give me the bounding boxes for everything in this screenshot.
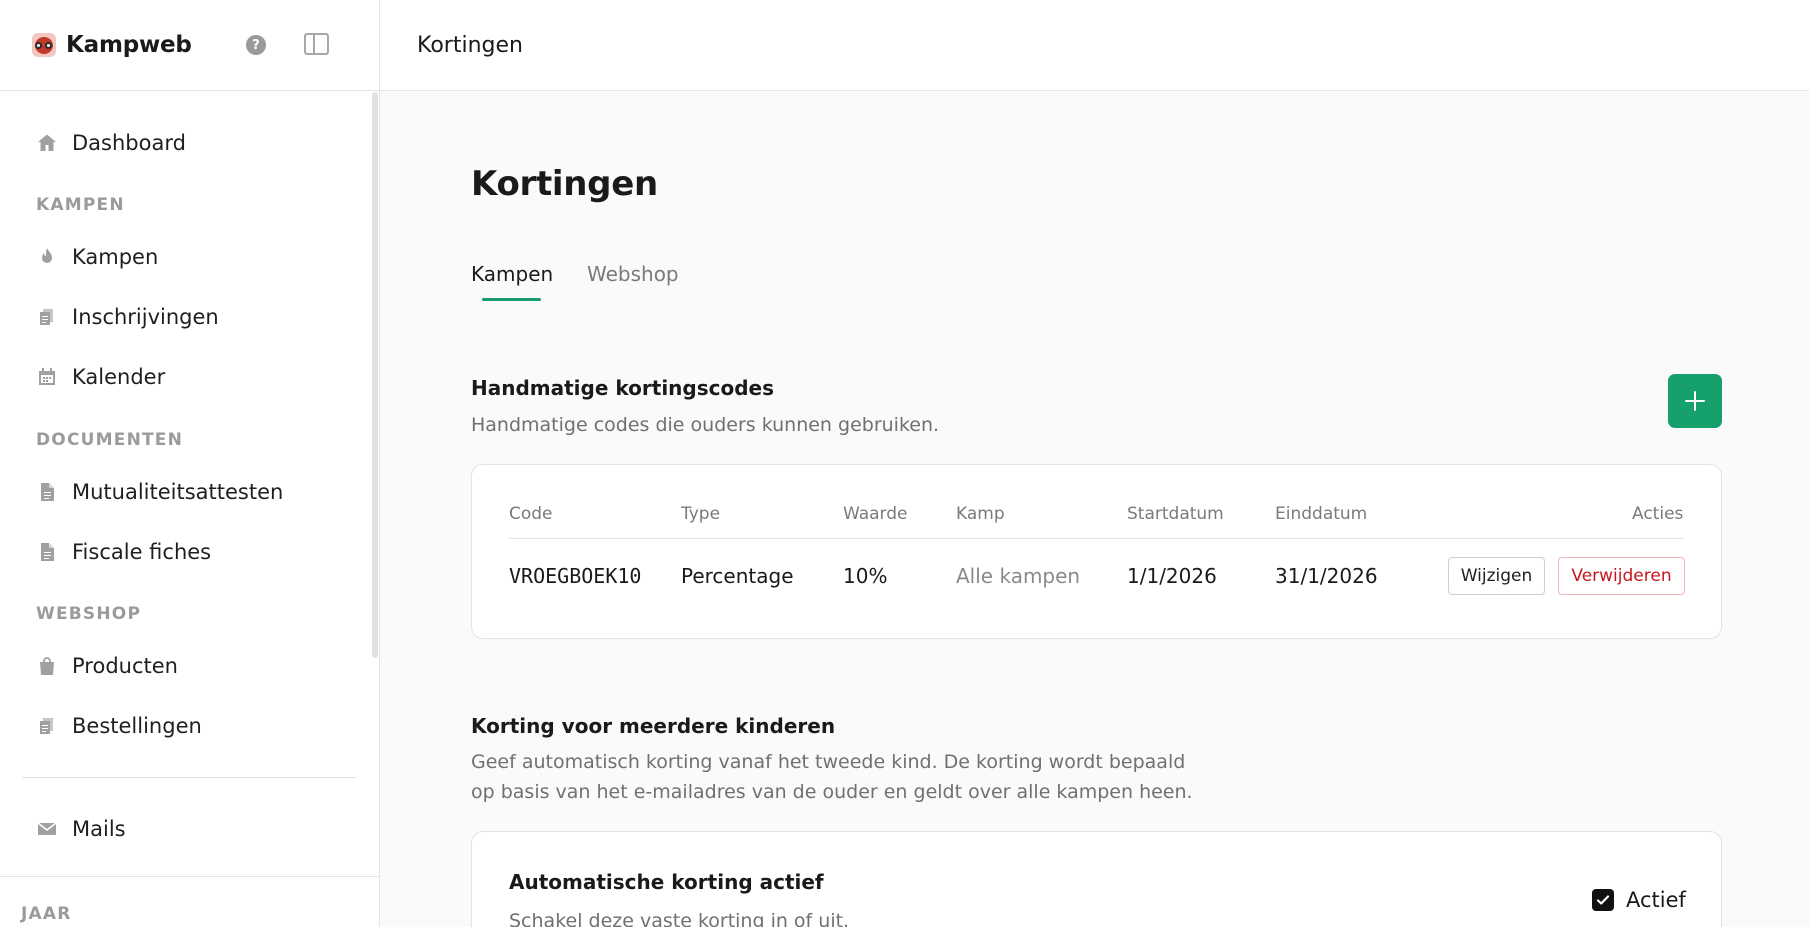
documents-icon <box>36 306 58 328</box>
sidebar-item-label: Mutualiteitsattesten <box>72 480 284 504</box>
section-label-webshop: WEBSHOP <box>36 604 142 624</box>
sidebar-item-label: Inschrijvingen <box>72 305 219 329</box>
help-icon[interactable]: ? <box>246 35 266 55</box>
documents-icon <box>36 715 58 737</box>
active-toggle[interactable]: Actief <box>1592 888 1686 912</box>
manual-codes-description: Handmatige codes die ouders kunnen gebru… <box>471 414 940 436</box>
cell-type: Percentage <box>681 564 794 588</box>
sidebar-scrollbar[interactable] <box>372 92 378 658</box>
brand[interactable]: Kampweb <box>32 32 192 58</box>
cell-value: 10% <box>843 564 888 588</box>
section-label-kampen: KAMPEN <box>36 195 125 215</box>
fire-icon <box>36 246 58 268</box>
multi-child-description-line1: Geef automatisch korting vanaf het tweed… <box>471 751 1186 773</box>
file-icon <box>36 541 58 563</box>
column-header-actions: Acties <box>1632 504 1684 524</box>
multi-child-description-line2: op basis van het e-mailadres van de oude… <box>471 781 1193 803</box>
active-checkbox[interactable] <box>1592 889 1614 911</box>
auto-discount-card: Automatische korting actief Schakel deze… <box>471 831 1722 927</box>
calendar-icon <box>36 366 58 388</box>
sidebar-item-dashboard[interactable]: Dashboard <box>36 123 186 163</box>
home-icon <box>36 132 58 154</box>
sidebar-item-kalender[interactable]: Kalender <box>36 357 165 397</box>
brand-name: Kampweb <box>66 32 192 58</box>
column-header-code: Code <box>509 504 553 524</box>
sidebar-item-bestellingen[interactable]: Bestellingen <box>36 706 202 746</box>
tab-kampen[interactable]: Kampen <box>471 262 553 286</box>
topbar: Kortingen <box>380 0 1809 91</box>
sidebar-item-label: Mails <box>72 817 126 841</box>
column-header-type: Type <box>681 504 721 524</box>
section-label-jaar: JAAR <box>21 904 72 924</box>
cell-camp: Alle kampen <box>956 564 1081 588</box>
sidebar-divider <box>0 876 379 877</box>
sidebar: Kampweb ? Dashboard KAMPEN Kampen Inschr… <box>0 0 380 927</box>
sidebar-item-label: Fiscale fiches <box>72 540 212 564</box>
sidebar-item-fiscale-fiches[interactable]: Fiscale fiches <box>36 532 211 572</box>
tab-webshop[interactable]: Webshop <box>587 262 679 286</box>
sidebar-item-producten[interactable]: Producten <box>36 646 178 686</box>
column-header-value: Waarde <box>843 504 908 524</box>
sidebar-divider <box>22 777 356 778</box>
column-header-start-date: Startdatum <box>1127 504 1224 524</box>
sidebar-item-inschrijvingen[interactable]: Inschrijvingen <box>36 297 219 337</box>
edit-button[interactable]: Wijzigen <box>1448 557 1545 595</box>
discount-codes-table: Code Type Waarde Kamp Startdatum Einddat… <box>471 464 1722 639</box>
sidebar-item-label: Dashboard <box>72 131 186 155</box>
column-header-camp: Kamp <box>956 504 1005 524</box>
checkmark-icon <box>1596 895 1610 905</box>
active-checkbox-label: Actief <box>1626 888 1686 912</box>
multi-child-title: Korting voor meerdere kinderen <box>471 714 836 738</box>
sidebar-header: Kampweb ? <box>0 0 379 91</box>
sidebar-item-label: Bestellingen <box>72 714 202 738</box>
cell-code: VROEGBOEK10 <box>509 564 642 588</box>
sidebar-item-label: Kampen <box>72 245 159 269</box>
page-title: Kortingen <box>471 164 658 204</box>
sidebar-item-label: Kalender <box>72 365 166 389</box>
toggle-sidebar-icon[interactable] <box>304 33 329 55</box>
file-icon <box>36 481 58 503</box>
shopping-bag-icon <box>36 655 58 677</box>
column-header-end-date: Einddatum <box>1275 504 1368 524</box>
cell-start-date: 1/1/2026 <box>1127 564 1217 588</box>
auto-discount-title: Automatische korting actief <box>509 870 824 894</box>
delete-button[interactable]: Verwijderen <box>1558 557 1685 595</box>
plus-icon <box>1685 391 1705 411</box>
sidebar-item-kampen[interactable]: Kampen <box>36 237 158 277</box>
main-content: Kortingen Kampen Webshop Handmatige kort… <box>380 92 1809 927</box>
mail-icon <box>36 818 58 840</box>
table-header-divider <box>509 538 1684 539</box>
topbar-title: Kortingen <box>417 32 523 58</box>
cell-end-date: 31/1/2026 <box>1275 564 1378 588</box>
manual-codes-title: Handmatige kortingscodes <box>471 376 775 400</box>
brand-logo-icon <box>32 33 56 57</box>
sidebar-item-mutualiteitsattesten[interactable]: Mutualiteitsattesten <box>36 472 283 512</box>
section-label-documenten: DOCUMENTEN <box>36 430 184 450</box>
auto-discount-description: Schakel deze vaste korting in of uit. <box>509 910 850 927</box>
active-tab-indicator <box>482 298 541 301</box>
add-discount-code-button[interactable] <box>1668 374 1722 428</box>
sidebar-item-mails[interactable]: Mails <box>36 809 126 849</box>
sidebar-item-label: Producten <box>72 654 178 678</box>
